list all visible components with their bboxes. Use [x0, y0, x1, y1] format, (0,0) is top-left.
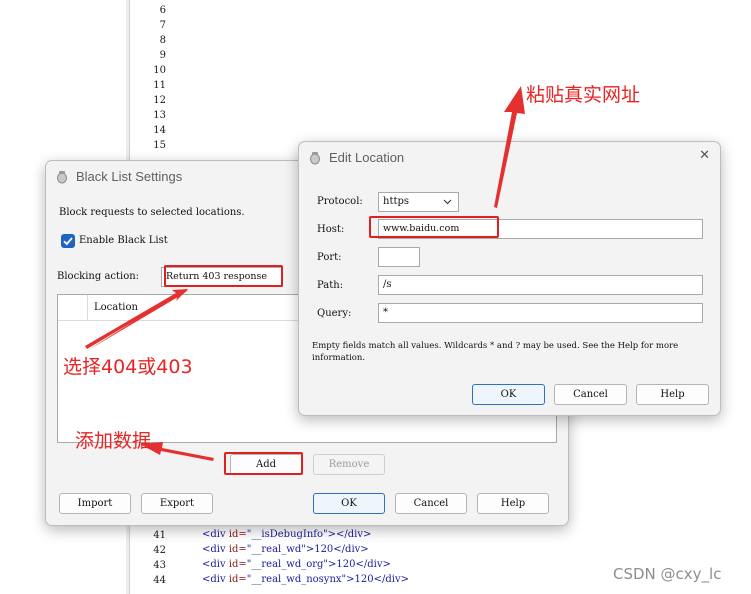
- select-status-annotation: 选择404或403: [63, 356, 193, 378]
- enable-black-list-checkbox[interactable]: [61, 234, 75, 248]
- line-number: 10: [153, 65, 166, 76]
- edit-location-dialog: Edit Location ✕ Protocol: https Host: ww…: [298, 141, 721, 416]
- blocking-action-label: Blocking action:: [57, 271, 140, 282]
- dialog-title: Edit Location: [329, 150, 405, 165]
- line-number: 8: [159, 35, 166, 46]
- line-number: 7: [159, 20, 166, 31]
- line-number: 43: [153, 560, 166, 571]
- line-number: 44: [153, 575, 166, 586]
- hint-text: Empty fields match all values. Wildcards…: [312, 341, 679, 363]
- line-number: 41: [153, 530, 166, 541]
- close-icon[interactable]: ✕: [699, 148, 710, 163]
- path-label: Path:: [317, 280, 344, 291]
- fiddler-icon: [310, 152, 320, 165]
- protocol-value: https: [383, 196, 410, 207]
- blocking-action-highlight: [164, 265, 283, 287]
- port-label: Port:: [317, 252, 342, 263]
- code-line: <div id="__real_wd_nosynx">120</div>: [202, 574, 409, 585]
- line-number: 9: [159, 50, 166, 61]
- ok-button[interactable]: OK: [313, 493, 385, 514]
- remove-button[interactable]: Remove: [313, 454, 385, 475]
- enable-black-list-label: Enable Black List: [79, 235, 168, 246]
- fiddler-icon: [57, 171, 67, 184]
- line-number: 12: [153, 95, 166, 106]
- code-line: <div id="__real_wd_org">120</div>: [202, 559, 391, 570]
- line-number: 42: [153, 545, 166, 556]
- host-input-highlight: [369, 216, 499, 238]
- dialog-titlebar[interactable]: Edit Location ✕: [299, 142, 720, 174]
- cancel-button[interactable]: Cancel: [395, 493, 467, 514]
- code-line: <div id="__isDebugInfo"></div>: [202, 529, 372, 540]
- line-number: 14: [153, 125, 166, 136]
- code-line: <div id="__real_wd">120</div>: [202, 544, 369, 555]
- import-button[interactable]: Import: [59, 493, 131, 514]
- cancel-button[interactable]: Cancel: [554, 384, 627, 405]
- query-input[interactable]: *: [378, 303, 703, 323]
- line-number: 11: [153, 80, 166, 91]
- chevron-down-icon: [443, 199, 452, 205]
- query-label: Query:: [317, 308, 352, 319]
- paste-url-annotation: 粘贴真实网址: [526, 84, 641, 106]
- checkmark-icon: [63, 237, 73, 246]
- port-input[interactable]: [378, 247, 420, 267]
- protocol-label: Protocol:: [317, 196, 363, 207]
- add-data-annotation: 添加数据: [75, 430, 152, 452]
- dialog-title: Black List Settings: [76, 169, 183, 184]
- path-input[interactable]: /s: [378, 275, 703, 295]
- location-column-label: Location: [94, 302, 138, 313]
- host-label: Host:: [317, 224, 345, 235]
- help-button[interactable]: Help: [477, 493, 549, 514]
- description-text: Block requests to selected locations.: [59, 207, 245, 218]
- add-button-highlight: [224, 452, 303, 475]
- line-number: 15: [153, 140, 166, 151]
- watermark: CSDN @cxy_lc: [613, 565, 722, 583]
- help-button[interactable]: Help: [636, 384, 709, 405]
- ok-button[interactable]: OK: [472, 384, 545, 405]
- line-number: 13: [153, 110, 166, 121]
- protocol-select[interactable]: https: [378, 192, 459, 212]
- line-number: 6: [159, 5, 166, 16]
- export-button[interactable]: Export: [141, 493, 213, 514]
- list-select-column[interactable]: [58, 295, 88, 321]
